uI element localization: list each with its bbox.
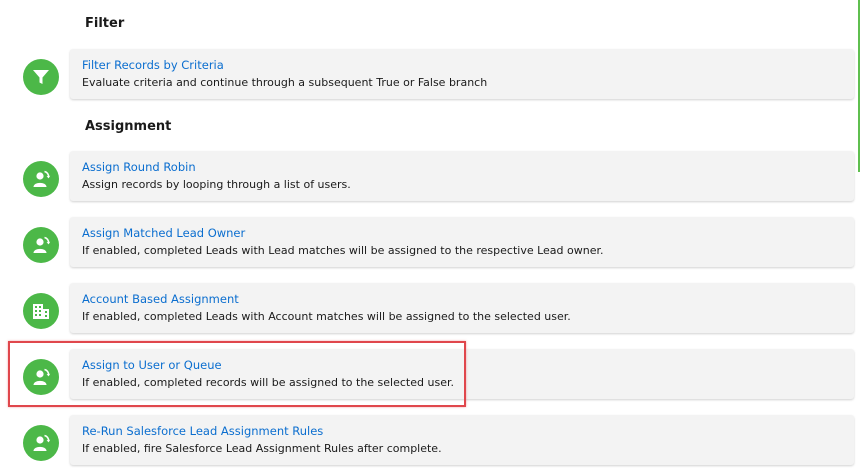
- item-description: If enabled, completed Leads with Lead ma…: [82, 244, 604, 257]
- item-description: If enabled, completed Leads with Account…: [82, 310, 571, 323]
- rerun-salesforce-lead-assignment-rules-card[interactable]: Re-Run Salesforce Lead Assignment Rules …: [70, 415, 854, 465]
- section-title-filter: Filter: [85, 16, 125, 31]
- filter-records-card[interactable]: Filter Records by Criteria Evaluate crit…: [70, 49, 854, 99]
- item-title[interactable]: Filter Records by Criteria: [82, 58, 224, 72]
- item-description: Assign records by looping through a list…: [82, 178, 351, 191]
- item-title[interactable]: Account Based Assignment: [82, 292, 239, 306]
- item-title[interactable]: Assign Matched Lead Owner: [82, 226, 245, 240]
- item-title[interactable]: Re-Run Salesforce Lead Assignment Rules: [82, 424, 323, 438]
- building-icon: [23, 293, 59, 329]
- user-assign-icon: [23, 359, 59, 395]
- section-title-assignment: Assignment: [85, 119, 172, 134]
- filter-icon: [23, 59, 59, 95]
- account-based-assignment-card[interactable]: Account Based Assignment If enabled, com…: [70, 283, 854, 333]
- item-title[interactable]: Assign to User or Queue: [82, 358, 222, 372]
- assign-to-user-or-queue-card[interactable]: Assign to User or Queue If enabled, comp…: [70, 349, 854, 399]
- user-assign-icon: [23, 161, 59, 197]
- item-description: Evaluate criteria and continue through a…: [82, 76, 488, 89]
- item-description: If enabled, fire Salesforce Lead Assignm…: [82, 442, 442, 455]
- assign-matched-lead-owner-card[interactable]: Assign Matched Lead Owner If enabled, co…: [70, 217, 854, 267]
- user-assign-icon: [23, 227, 59, 263]
- item-description: If enabled, completed records will be as…: [82, 376, 454, 389]
- assign-round-robin-card[interactable]: Assign Round Robin Assign records by loo…: [70, 151, 854, 201]
- user-assign-icon: [23, 425, 59, 461]
- item-title[interactable]: Assign Round Robin: [82, 160, 196, 174]
